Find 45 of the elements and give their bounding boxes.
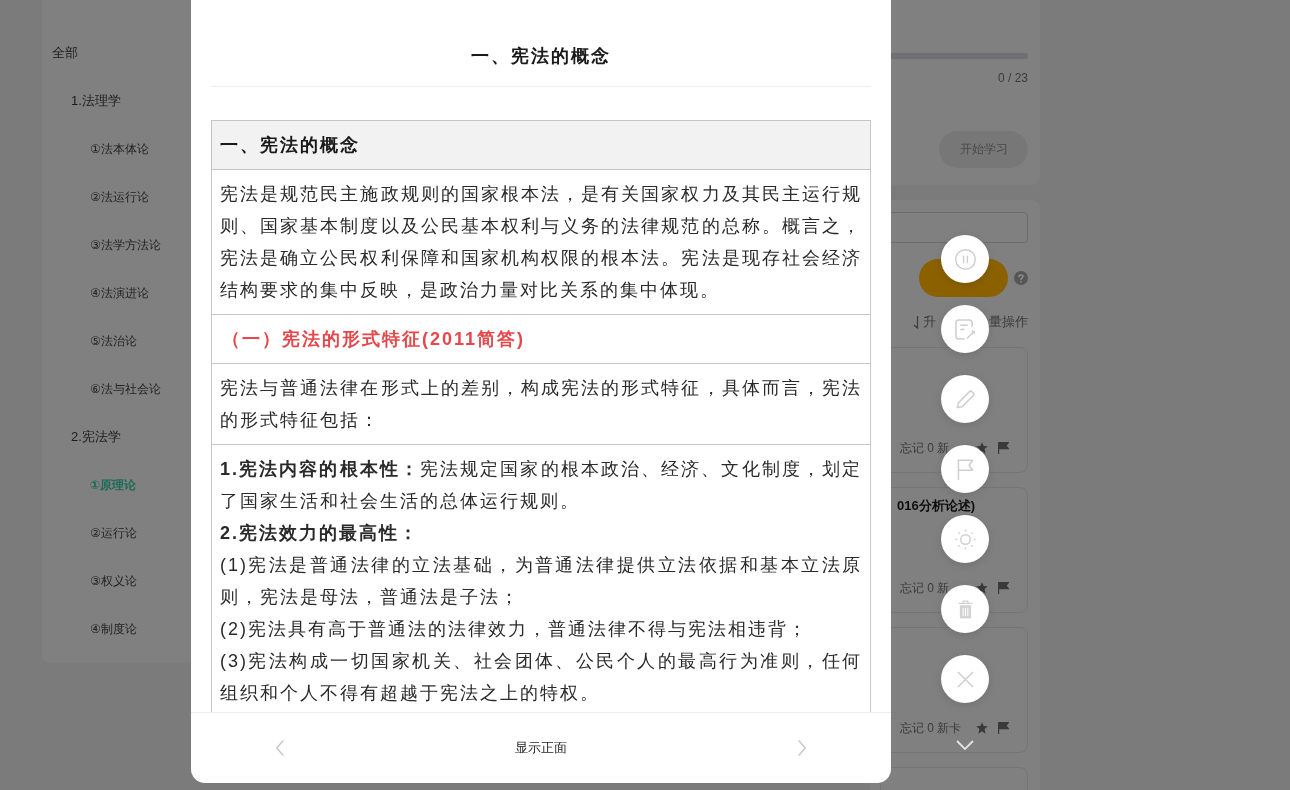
chevron-down-icon[interactable] [956,740,974,750]
text-cell: 宪法是规范民主施政规则的国家根本法，是有关国家权力及其民主运行规则、国家基本制度以及公民基本权利与义务的法律规范的总称。概言之，宪法是确立公民权利保障和国家机构权限的根本法。宪法是现存社会经济结构要求的集中反映，是政治力量对比关系的集中体现。 [211,169,871,315]
tree-item[interactable]: 1.法理学 [42,77,121,125]
tree-item[interactable]: ⑤法治论 [42,317,137,365]
list-line: 2.宪法效力的最高性： [220,522,420,545]
pencil-icon [954,388,976,410]
chevron-right-icon [798,740,806,756]
batch-label[interactable]: 量操作 [989,314,1028,330]
star-icon[interactable] [976,722,988,734]
flag-icon[interactable] [998,722,1009,734]
show-front-button[interactable]: 显示正面 [515,739,567,757]
tree-item[interactable]: ④制度论 [42,605,137,653]
tree-item[interactable]: ③法学方法论 [42,221,161,269]
flag-icon[interactable] [998,582,1009,594]
modal-title: 一、宪法的概念 [471,45,611,68]
chevron-left-icon [276,740,284,756]
progress-count: 0 / 23 [996,71,1028,85]
sun-icon [954,528,976,550]
tree-item[interactable]: ③权义论 [42,557,137,605]
tree-item[interactable]: ①法本体论 [42,125,149,173]
tree-item[interactable]: ⑥法与社会论 [42,365,161,413]
card-stats: 忘记 0 新卡 [900,720,963,736]
list-line: (1)宪法是普通法律的立法基础，为普通法律提供立法依据和基本立法原则，宪法是母法，普通法是子法； [220,554,862,609]
flag-icon[interactable] [998,442,1009,454]
text-cell: 宪法与普通法律在形式上的差别，构成宪法的形式特征，具体而言，宪法的形式特征包括： [211,363,871,445]
tree-item[interactable]: ②法运行论 [42,173,149,221]
trash-icon [957,599,973,619]
tree-item[interactable]: 全部 [42,29,78,77]
close-icon [956,670,974,688]
tree-item[interactable]: 2.宪法学 [42,413,121,461]
pause-icon [954,248,976,270]
note-edit-icon [954,318,976,340]
tree-item[interactable]: ④法演进论 [42,269,149,317]
list-line: (2)宪法具有高于普通法的法律效力，普通法律不得与宪法相违背； [220,618,809,641]
flag-outline-icon [956,458,974,480]
tree-item[interactable]: ②运行论 [42,509,137,557]
list-line: 1.宪法内容的根本性：宪法规定国家的根本政治、经济、文化制度，划定了国家生活和社会生活的总体运行规则。 [220,458,862,513]
card-stats: 忘记 0 新 [900,440,951,456]
list-line: (3)宪法构成一切国家机关、社会团体、公民个人的最高行为准则，任何组织和个人不得有超越于宪法之上的特权。 [220,650,862,705]
subheading-cell: （一）宪法的形式特征(2011简答) [211,314,871,364]
card-stats: 忘记 0 新 [900,580,951,596]
heading-cell: 一、宪法的概念 [211,120,871,170]
help-icon[interactable] [1014,271,1028,285]
card-title: 016分析论述) [897,498,976,514]
sort-label[interactable]: 升 [923,314,936,330]
